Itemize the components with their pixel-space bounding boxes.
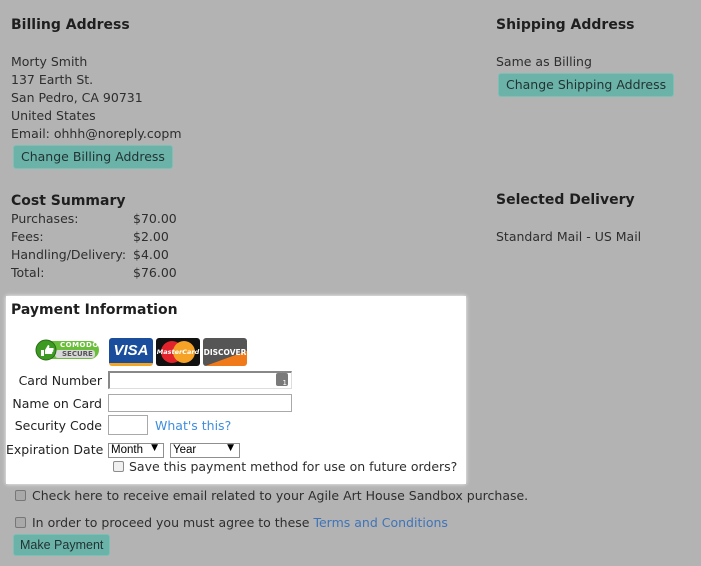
billing-country: United States	[11, 108, 96, 123]
whats-this-link[interactable]: What's this?	[155, 418, 231, 433]
email-opt-in-checkbox[interactable]	[15, 490, 26, 501]
comodo-secure-badge: COMODO SECURE	[35, 339, 101, 361]
cost-value: $76.00	[133, 265, 177, 280]
email-opt-in-row: Check here to receive email related to y…	[15, 488, 528, 503]
selected-delivery-value: Standard Mail - US Mail	[496, 229, 642, 244]
expiration-month-select[interactable]: Month	[108, 443, 164, 458]
mastercard-label: MasterCard	[156, 348, 200, 356]
billing-email: Email: ohhh@noreply.copm	[11, 126, 182, 141]
cost-label: Purchases:	[11, 211, 79, 226]
email-opt-in-label: Check here to receive email related to y…	[32, 488, 529, 503]
discover-icon: DISCOVER	[203, 338, 247, 366]
card-brand-logos: VISA MasterCard DISCOVER	[109, 338, 250, 366]
billing-address-heading: Billing Address	[11, 17, 130, 33]
year-select-wrapper: Year ▼	[170, 441, 240, 458]
shipping-address-heading: Shipping Address	[496, 17, 635, 33]
card-number-row: Card Number 1	[6, 371, 292, 389]
cost-summary-heading: Cost Summary	[11, 193, 126, 209]
cost-label: Total:	[11, 265, 45, 280]
cost-row-purchases: Purchases: $70.00	[11, 210, 177, 228]
cost-label: Fees:	[11, 229, 44, 244]
cost-summary-section: Cost Summary Purchases: $70.00 Fees: $2.…	[11, 192, 177, 282]
terms-label: In order to proceed you must agree to th…	[32, 515, 314, 530]
cost-label: Handling/Delivery:	[11, 247, 127, 262]
terms-checkbox[interactable]	[15, 517, 26, 528]
billing-street: 137 Earth St.	[11, 72, 94, 87]
visa-icon: VISA	[109, 338, 153, 366]
card-autofill-icon[interactable]: 1	[276, 373, 288, 387]
security-code-input[interactable]	[108, 415, 148, 435]
name-on-card-row: Name on Card	[6, 394, 292, 412]
name-on-card-input[interactable]	[108, 394, 292, 412]
expiration-date-label: Expiration Date	[6, 442, 104, 457]
secure-label: SECURE	[62, 350, 93, 358]
cost-row-fees: Fees: $2.00	[11, 228, 177, 246]
shipping-address-value: Same as Billing	[496, 54, 592, 69]
cost-value: $4.00	[133, 247, 169, 262]
security-code-row: Security Code What's this?	[6, 415, 231, 435]
discover-label: DISCOVER	[203, 347, 247, 357]
make-payment-button[interactable]: Make Payment	[13, 534, 111, 556]
selected-delivery-heading: Selected Delivery	[496, 192, 635, 208]
visa-label: VISA	[113, 342, 149, 359]
comodo-label: COMODO	[60, 341, 99, 349]
save-payment-method-row: Save this payment method for use on futu…	[113, 459, 457, 474]
cost-value: $70.00	[133, 211, 177, 226]
month-select-wrapper: Month ▼	[108, 441, 164, 458]
terms-and-conditions-link[interactable]: Terms and Conditions	[313, 515, 447, 530]
billing-name: Morty Smith	[11, 54, 88, 69]
save-payment-method-label: Save this payment method for use on futu…	[129, 459, 458, 474]
mastercard-icon: MasterCard	[156, 338, 200, 366]
billing-city: San Pedro, CA 90731	[11, 90, 143, 105]
save-payment-method-checkbox[interactable]	[113, 461, 124, 472]
cost-value: $2.00	[133, 229, 169, 244]
change-billing-address-button[interactable]: Change Billing Address	[13, 145, 173, 169]
cost-row-total: Total: $76.00	[11, 264, 177, 282]
cost-row-handling: Handling/Delivery: $4.00	[11, 246, 177, 264]
change-shipping-address-button[interactable]: Change Shipping Address	[498, 73, 675, 97]
name-on-card-label: Name on Card	[12, 395, 102, 411]
card-number-label: Card Number	[18, 372, 102, 388]
payment-information-heading: Payment Information	[11, 302, 178, 318]
card-number-input[interactable]	[108, 371, 292, 389]
payment-information-panel: Payment Information COMODO SECURE VISA M…	[6, 296, 466, 484]
expiration-year-select[interactable]: Year	[170, 443, 240, 458]
security-code-label: Security Code	[14, 417, 102, 433]
expiration-date-row: Expiration Date Month ▼ Year ▼	[6, 441, 240, 458]
terms-row: In order to proceed you must agree to th…	[15, 515, 448, 530]
